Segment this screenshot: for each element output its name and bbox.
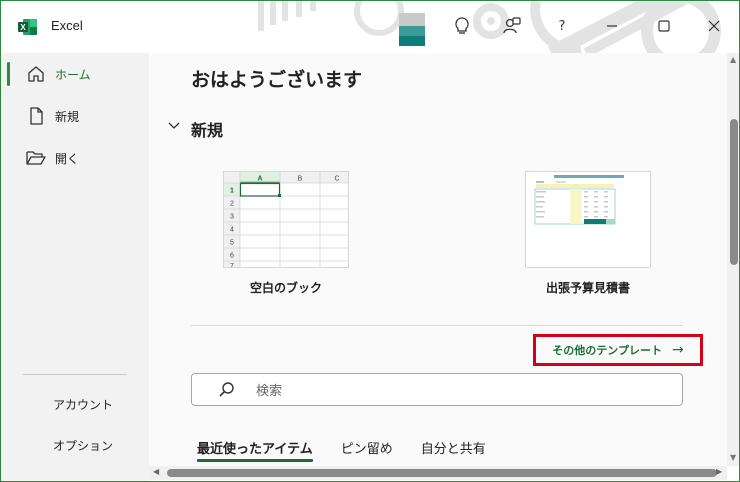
sidebar-item-label: 開く: [55, 151, 80, 166]
row-header: 7: [230, 263, 234, 268]
row-header: 6: [230, 253, 234, 260]
chevron-down-icon[interactable]: [167, 119, 181, 133]
account-link[interactable]: アカウント: [53, 396, 113, 413]
search-input[interactable]: 検索: [256, 380, 282, 399]
more-templates-link[interactable]: その他のテンプレート →: [533, 334, 703, 366]
maximize-icon[interactable]: [651, 13, 677, 39]
travel-budget-preview: [534, 175, 624, 225]
blank-workbook-label[interactable]: 空白のブック: [201, 279, 371, 296]
column-header: C: [334, 176, 339, 183]
vertical-scroll-thumb[interactable]: [730, 119, 738, 265]
new-section-title: 新規: [191, 121, 224, 140]
more-templates-label: その他のテンプレート: [552, 344, 662, 357]
travel-budget-template-thumbnail[interactable]: [525, 171, 651, 268]
row-header: 2: [230, 201, 234, 208]
vertical-scrollbar[interactable]: ▲ ▼: [727, 53, 739, 466]
scroll-right-icon[interactable]: ▶: [716, 467, 722, 476]
main-content: おはようございます 新規 A B C 1 2 3 4 5 6 7 空白のブック …: [149, 53, 727, 466]
row-header: 4: [230, 227, 234, 234]
options-link[interactable]: オプション: [53, 437, 113, 454]
sidebar-item-open[interactable]: 開く: [7, 141, 143, 175]
folder-open-icon: [25, 147, 47, 169]
greeting-heading: おはようございます: [191, 69, 363, 91]
blank-workbook-thumbnail[interactable]: A B C 1 2 3 4 5 6 7: [223, 171, 349, 268]
arrow-right-icon: →: [671, 342, 684, 358]
sidebar-item-label: ホーム: [55, 67, 91, 82]
scroll-down-icon[interactable]: ▼: [730, 453, 736, 462]
tab-recent[interactable]: 最近使ったアイテム: [197, 438, 313, 462]
excel-window: X Excel ? ホーム 新規 開く アカウント オプション おはようございま…: [0, 0, 740, 482]
feedback-icon[interactable]: [499, 13, 525, 39]
minimize-icon[interactable]: [599, 13, 625, 39]
horizontal-scrollbar[interactable]: ◀ ▶: [149, 466, 727, 480]
scroll-up-icon[interactable]: ▲: [730, 55, 736, 64]
travel-budget-label[interactable]: 出張予算見積書: [503, 279, 673, 296]
tab-pinned[interactable]: ピン留め: [341, 438, 393, 462]
close-icon[interactable]: [701, 13, 727, 39]
section-divider: [191, 325, 683, 326]
row-header: 1: [230, 188, 234, 195]
sidebar-item-label: 新規: [55, 109, 80, 124]
blank-sheet-grid: A B C 1 2 3 4 5 6 7: [224, 172, 348, 268]
file-tabs: 最近使ったアイテム ピン留め 自分と共有: [197, 438, 514, 462]
new-file-icon: [25, 105, 47, 127]
sidebar-item-new[interactable]: 新規: [7, 99, 143, 133]
horizontal-scroll-thumb[interactable]: [167, 469, 717, 477]
sidebar-divider: [23, 374, 127, 375]
title-bar: X Excel ?: [1, 1, 739, 53]
active-indicator: [7, 62, 10, 86]
tab-shared[interactable]: 自分と共有: [421, 438, 486, 462]
row-header: 5: [230, 240, 234, 247]
lightbulb-icon[interactable]: [449, 13, 475, 39]
search-icon: [219, 381, 234, 397]
column-header: B: [298, 176, 303, 183]
app-title: Excel: [51, 18, 83, 33]
search-box[interactable]: 検索: [191, 373, 683, 406]
sidebar-item-home[interactable]: ホーム: [7, 57, 143, 91]
excel-logo-icon: X: [18, 19, 37, 35]
column-header: A: [257, 176, 262, 183]
help-icon[interactable]: ?: [549, 13, 575, 39]
excel-logo-letter: X: [20, 23, 26, 32]
sidebar: ホーム 新規 開く アカウント オプション: [1, 53, 149, 481]
scroll-left-icon[interactable]: ◀: [153, 467, 159, 476]
row-header: 3: [230, 214, 234, 221]
home-icon: [25, 63, 47, 85]
